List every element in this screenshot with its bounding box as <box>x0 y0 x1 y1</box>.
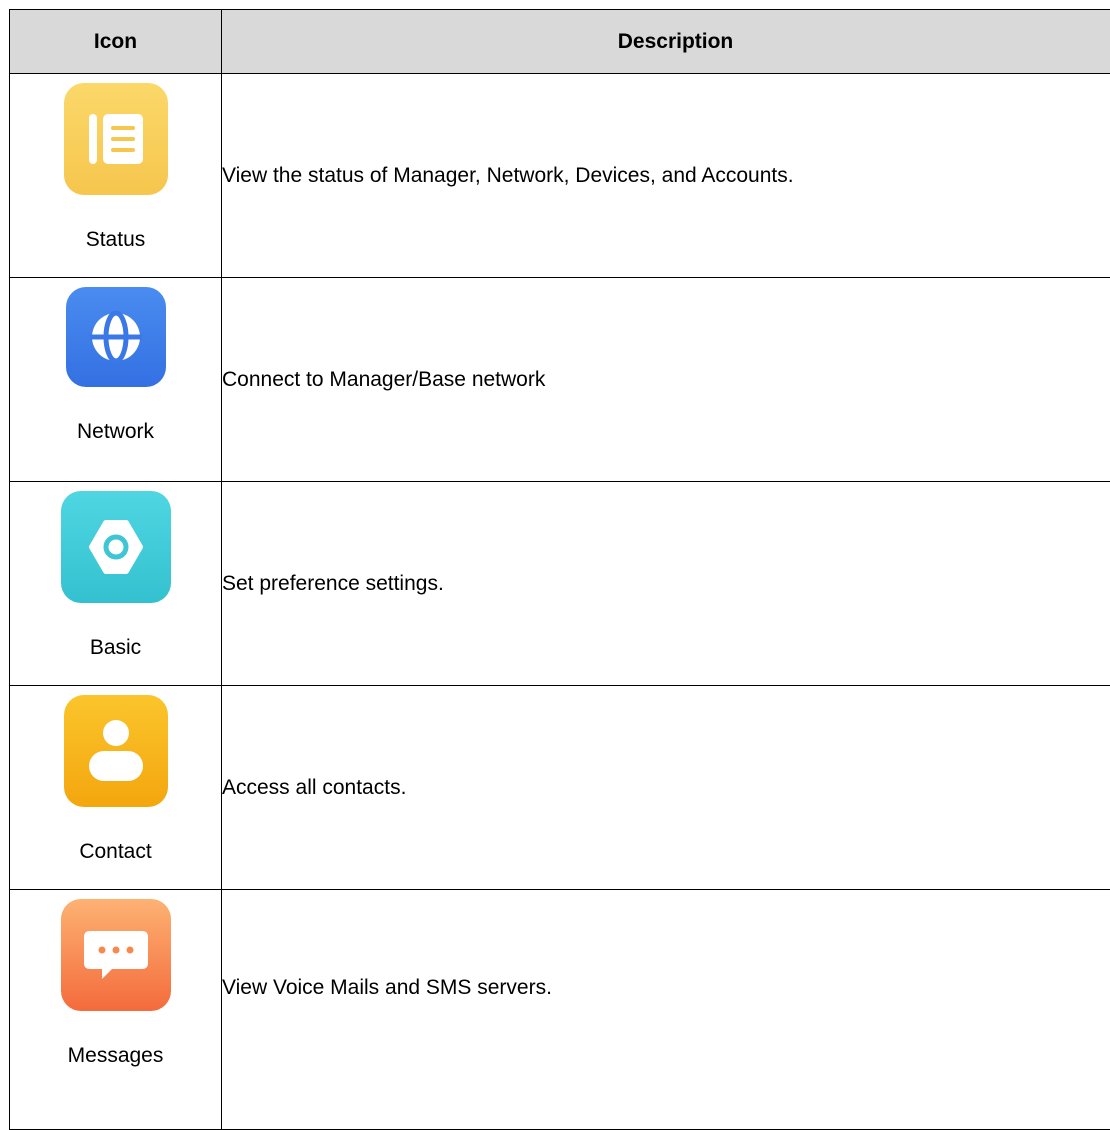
table-header-row: Icon Description <box>10 10 1110 74</box>
list-document-icon <box>64 83 168 195</box>
icon-cell: Network <box>10 278 222 482</box>
icon-label: Basic <box>10 636 221 660</box>
icon-label: Network <box>10 420 221 444</box>
description-cell: Set preference settings. <box>222 482 1110 686</box>
icon-description-table: Icon Description Status View the status <box>9 9 1110 1130</box>
icon-cell: Status <box>10 74 222 278</box>
icon-label: Messages <box>10 1044 221 1068</box>
icon-label: Contact <box>10 840 221 864</box>
message-bubble-icon <box>61 899 171 1011</box>
icon-cell: Basic <box>10 482 222 686</box>
icon-cell: Messages <box>10 890 222 1130</box>
person-icon <box>64 695 168 807</box>
icon-label: Status <box>10 228 221 252</box>
icon-cell: Contact <box>10 686 222 890</box>
description-cell: Access all contacts. <box>222 686 1110 890</box>
header-icon: Icon <box>10 10 222 74</box>
table-row: Basic Set preference settings. <box>10 482 1110 686</box>
gear-icon <box>61 491 171 603</box>
table-row: Status View the status of Manager, Netwo… <box>10 74 1110 278</box>
header-description: Description <box>222 10 1110 74</box>
table-row: Messages View Voice Mails and SMS server… <box>10 890 1110 1130</box>
description-cell: Connect to Manager/Base network <box>222 278 1110 482</box>
globe-icon <box>66 287 166 387</box>
description-cell: View the status of Manager, Network, Dev… <box>222 74 1110 278</box>
table-row: Contact Access all contacts. <box>10 686 1110 890</box>
description-cell: View Voice Mails and SMS servers. <box>222 890 1110 1130</box>
table-row: Network Connect to Manager/Base network <box>10 278 1110 482</box>
